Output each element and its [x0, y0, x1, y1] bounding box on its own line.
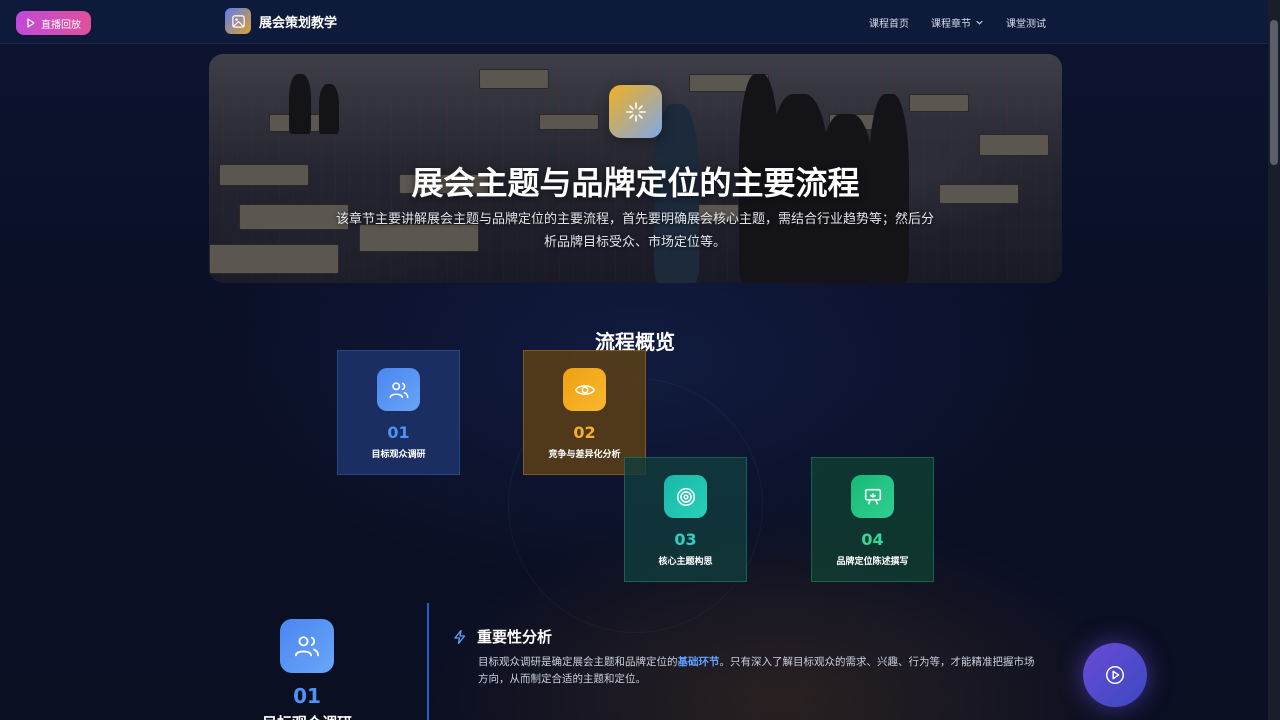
- step-label: 核心主题构思: [658, 557, 713, 567]
- step-card-4[interactable]: 04 品牌定位陈述撰写: [811, 457, 934, 582]
- users-icon: [280, 619, 334, 673]
- hero-banner: 展会主题与品牌定位的主要流程 该章节主要讲解展会主题与品牌定位的主要流程，首先要…: [209, 54, 1062, 283]
- step-card-3[interactable]: 03 核心主题构思: [624, 457, 747, 582]
- detail-step-number: 01: [293, 684, 321, 708]
- image-icon: [225, 8, 251, 34]
- target-icon: [664, 475, 707, 518]
- nav-item-class-quiz[interactable]: 课堂测试: [1006, 15, 1046, 30]
- live-replay-button[interactable]: 直播回放: [16, 11, 91, 35]
- step-number: 04: [861, 530, 884, 549]
- section-heading: 重要性分析: [452, 626, 552, 647]
- nav-item-course-home[interactable]: 课程首页: [869, 15, 909, 30]
- section-text-highlight: 基础环节: [677, 656, 720, 668]
- step-card-1[interactable]: 01 目标观众调研: [337, 350, 460, 475]
- step-label: 目标观众调研: [371, 450, 426, 460]
- detail-divider: [427, 603, 429, 720]
- hero-title: 展会主题与品牌定位的主要流程: [411, 164, 860, 202]
- users-icon: [377, 368, 420, 411]
- brand-title: 展会策划教学: [259, 15, 338, 31]
- step-number: 02: [573, 423, 596, 442]
- step-label: 品牌定位陈述撰写: [836, 557, 909, 567]
- nav-item-course-chapters[interactable]: 课程章节: [931, 15, 984, 30]
- lightning-icon: [454, 629, 466, 644]
- floating-play-button[interactable]: [1083, 643, 1147, 707]
- step-label: 竞争与差异化分析: [548, 450, 621, 460]
- live-replay-label: 直播回放: [41, 19, 81, 31]
- chevron-down-icon: [976, 20, 983, 25]
- section-text: 目标观众调研是确定展会主题和品牌定位的基础环节。只有深入了解目标观众的需求、兴趣…: [478, 654, 1038, 688]
- scrollbar[interactable]: [1268, 0, 1280, 720]
- main-nav: 课程首页 课程章节 课堂测试: [869, 15, 1046, 30]
- play-circle-icon: [1106, 666, 1124, 684]
- nav-label: 课程章节: [931, 19, 971, 30]
- scrollbar-thumb[interactable]: [1270, 20, 1278, 165]
- step-number: 03: [674, 530, 697, 549]
- section-title: 重要性分析: [477, 628, 553, 646]
- top-navigation-bar: 直播回放 展会策划教学 课程首页 课程章节 课堂测试: [0, 0, 1280, 44]
- step-number: 01: [387, 423, 410, 442]
- play-icon: [27, 18, 35, 28]
- hero-description: 该章节主要讲解展会主题与品牌定位的主要流程，首先要明确展会核心主题，需结合行业趋…: [335, 212, 934, 250]
- nav-label: 课堂测试: [1006, 19, 1046, 30]
- eye-icon: [563, 368, 606, 411]
- sparkle-icon: [609, 85, 662, 138]
- section-text-start: 目标观众调研是确定展会主题和品牌定位的: [478, 656, 678, 668]
- presentation-icon: [851, 475, 894, 518]
- nav-label: 课程首页: [869, 19, 909, 30]
- detail-step-label: 目标观众调研: [240, 712, 374, 720]
- brand[interactable]: 展会策划教学: [225, 8, 337, 34]
